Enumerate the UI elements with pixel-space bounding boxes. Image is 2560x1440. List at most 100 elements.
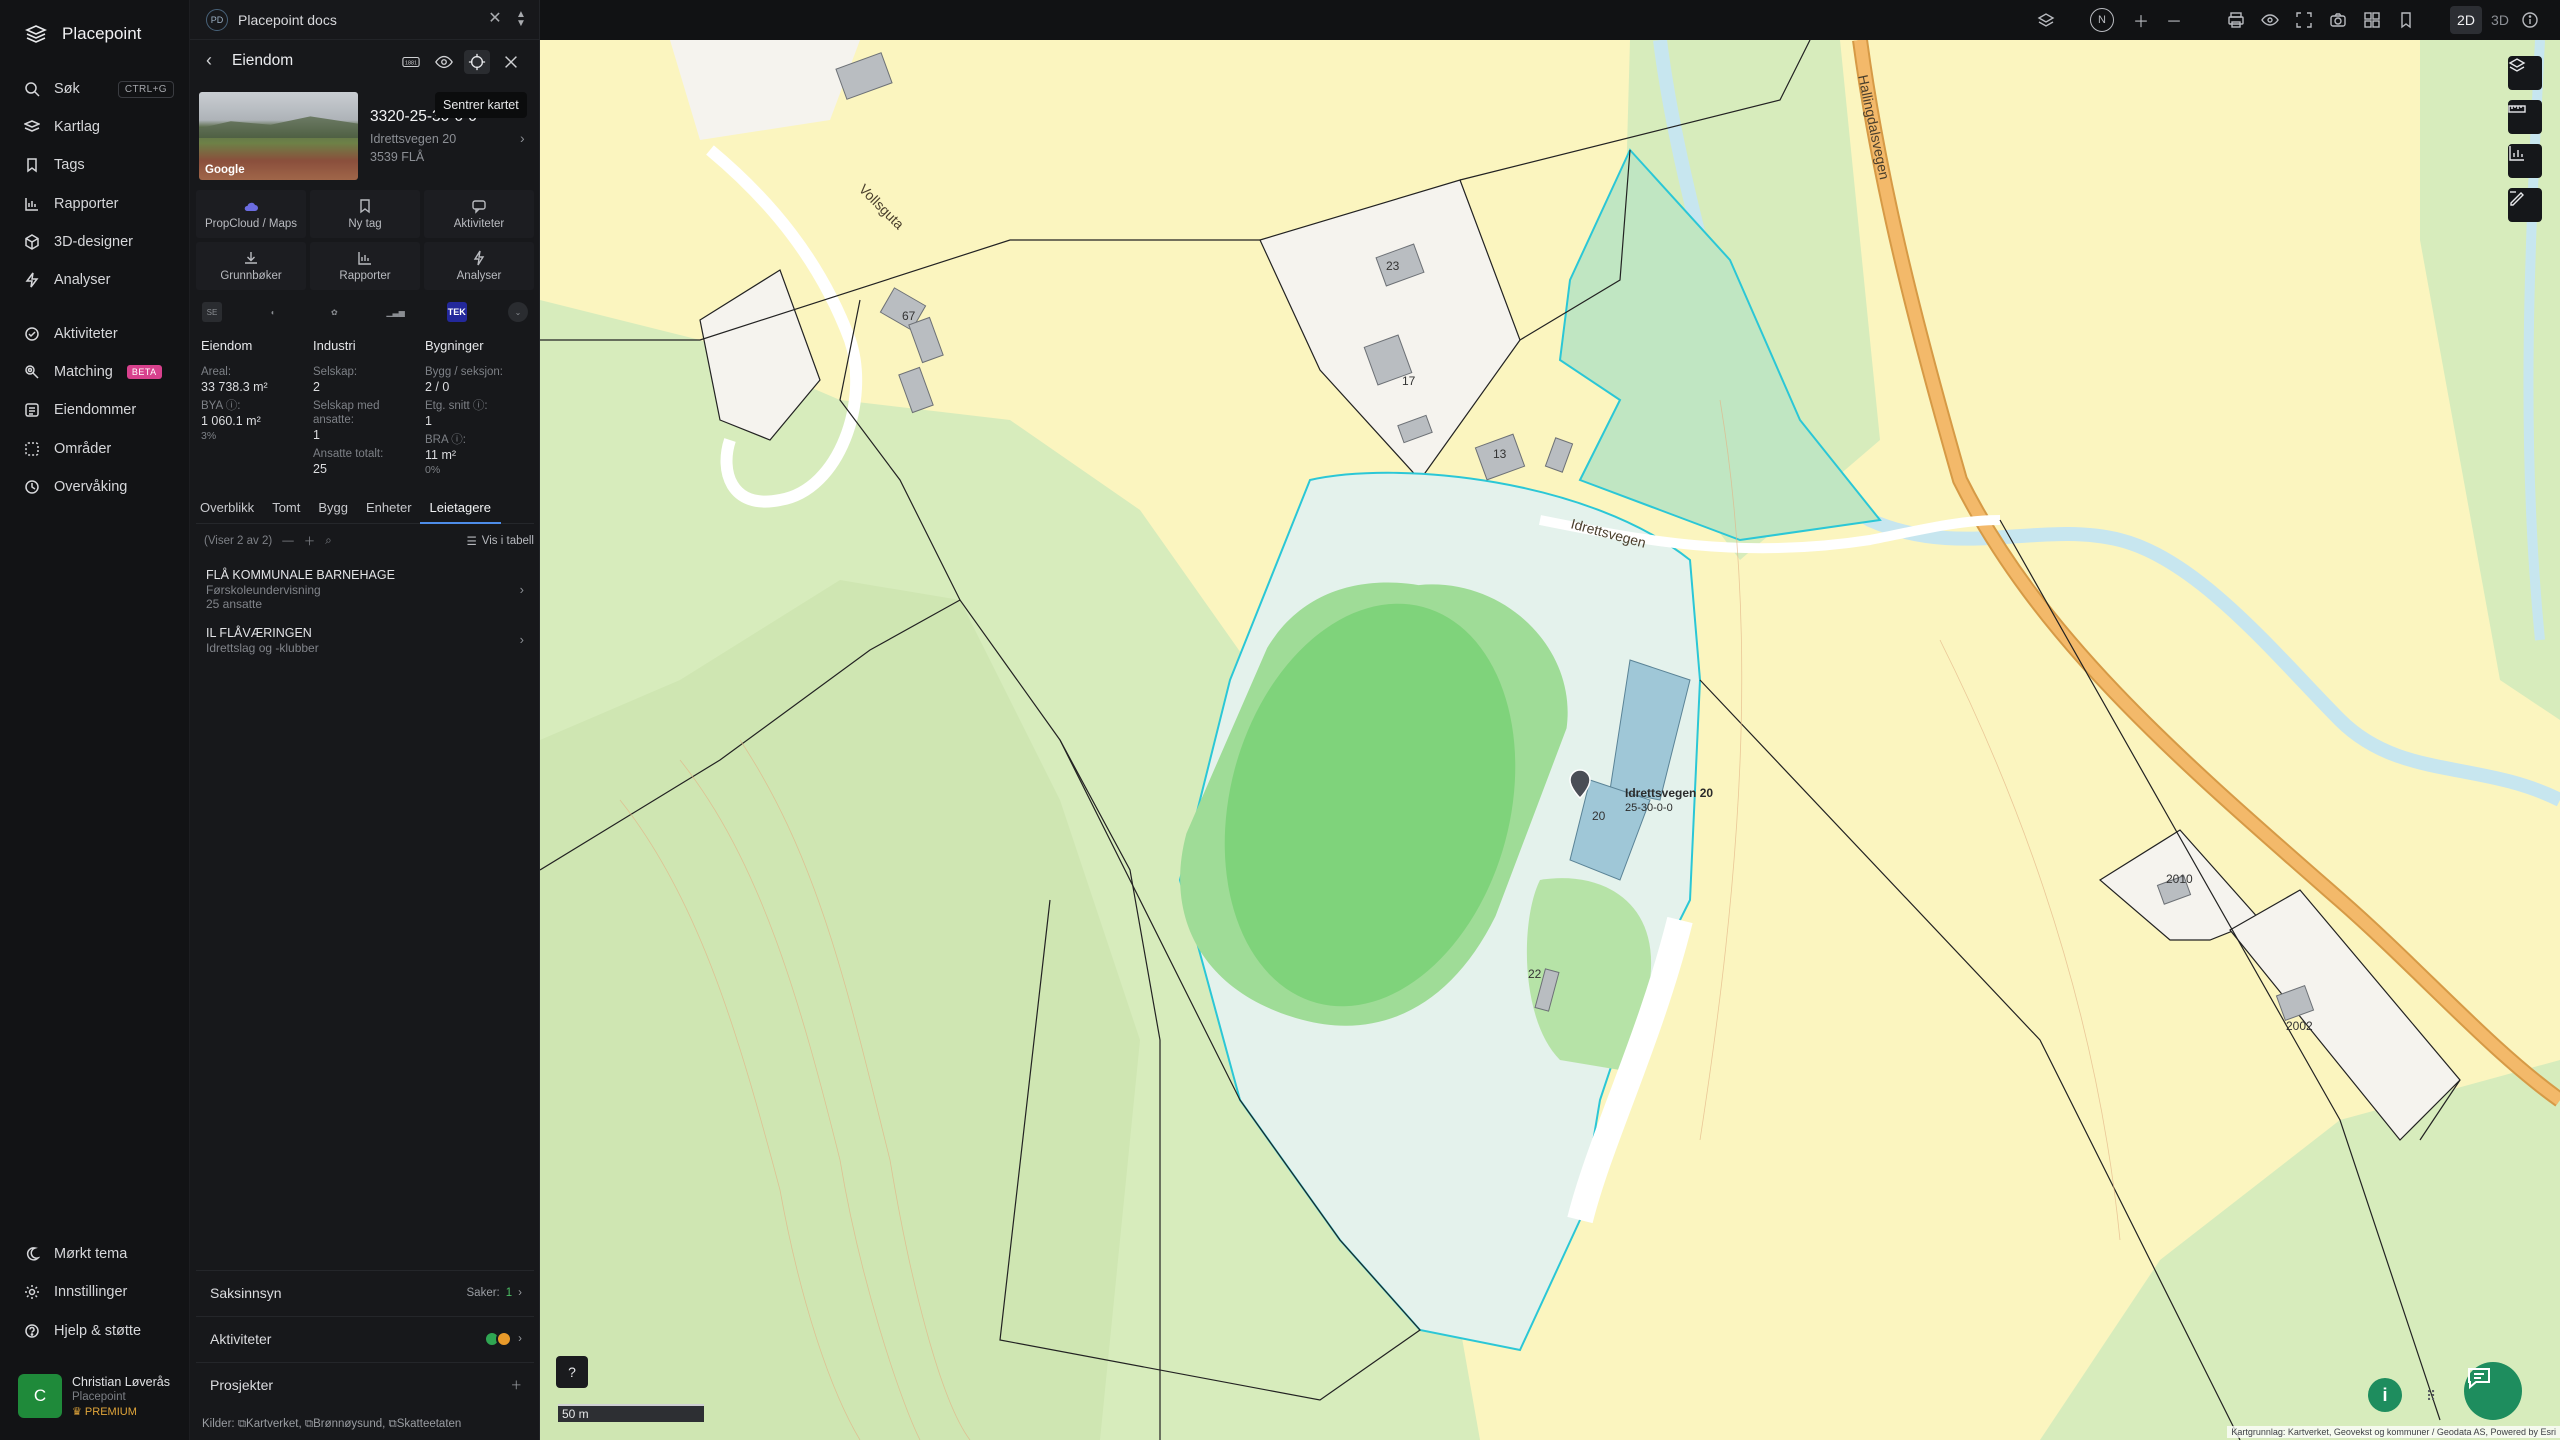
nav-item-3d-designer[interactable]: 3D-designer (24, 229, 174, 255)
bookmark-icon[interactable] (2396, 10, 2416, 30)
nav-label: Områder (54, 441, 112, 457)
zoom-in-icon[interactable]: ＋ (2131, 10, 2151, 31)
nav-item-settings[interactable]: Innstillinger (24, 1279, 174, 1305)
nav-item-properties[interactable]: Eiendommer (24, 397, 174, 423)
compass-icon[interactable]: N (2090, 8, 2114, 32)
plus-icon[interactable]: ＋ (304, 533, 316, 549)
camera-icon[interactable] (2328, 10, 2348, 30)
nav-label: Analyser (54, 272, 111, 288)
beta-badge: BETA (126, 365, 162, 379)
tab-overview[interactable]: Overblikk (200, 498, 254, 524)
nav-label: Eiendommer (54, 402, 137, 418)
activities-button[interactable]: Aktiviteter (424, 190, 534, 238)
section-meta: Saker: 1 › (467, 1287, 523, 1299)
source-item[interactable]: ⧉Kartverket, (238, 1418, 302, 1430)
map-canvas[interactable]: Hallingdalsvegen Idrettsvegen Vollsguta … (540, 40, 2560, 1440)
back-icon[interactable]: ‹ (206, 50, 212, 71)
brand[interactable]: Placepoint (24, 22, 141, 46)
nav-item-help[interactable]: Hjelp & støtte (24, 1318, 174, 1344)
source-item[interactable]: ⧉Brønnøysund, (305, 1418, 385, 1430)
fullscreen-icon[interactable] (2294, 10, 2314, 30)
zoom-out-icon[interactable]: － (2164, 10, 2184, 31)
source-plant-icon[interactable]: ✿ (324, 302, 344, 322)
layers-stack-icon[interactable] (2036, 10, 2056, 30)
tenant-item[interactable]: IL FLÅVÆRINGEN Idrettslag og -klubber › (206, 626, 528, 655)
stats-eiendom: Eiendom Areal: 33 738.3 m² BYA ⓘ: 1 060.… (201, 338, 313, 479)
measure-tool-icon[interactable] (2508, 100, 2542, 134)
add-icon[interactable]: ＋ (511, 1377, 523, 1393)
drag-handle-icon[interactable]: ⠿ (2426, 1388, 2436, 1405)
minus-icon[interactable]: — (282, 535, 294, 547)
source-tek-icon[interactable]: TEK (446, 302, 467, 322)
eye-icon[interactable] (2260, 10, 2280, 30)
message-icon (472, 200, 486, 214)
section-projects[interactable]: Prosjekter ＋ (196, 1362, 534, 1406)
chart-tool-icon[interactable] (2508, 144, 2542, 178)
stats-bygninger: Bygninger Bygg / seksjon: 2 / 0 Etg. sni… (425, 338, 531, 479)
section-case-insight[interactable]: Saksinnsyn Saker: 1 › (196, 1270, 534, 1314)
analyses-button[interactable]: Analyser (424, 242, 534, 290)
center-map-icon[interactable] (464, 50, 490, 74)
view-table-link[interactable]: ☰ Vis i tabell (466, 534, 534, 548)
propcloud-button[interactable]: PropCloud / Maps (196, 190, 306, 238)
nav-item-tags[interactable]: Tags (24, 152, 174, 178)
target-icon (25, 365, 39, 379)
section-label: Prosjekter (210, 1376, 274, 1393)
new-tag-button[interactable]: Ny tag (310, 190, 420, 238)
section-activities[interactable]: Aktiviteter › (196, 1316, 534, 1360)
sort-icon[interactable]: ▲ ▼ (514, 10, 528, 29)
user-profile[interactable]: C Christian Løverås Placepoint ♛ PREMIUM (18, 1374, 188, 1420)
property-address-block[interactable]: Idrettsvegen 20 3539 FLÅ (370, 130, 456, 166)
tenant-item[interactable]: FLÅ KOMMUNALE BARNEHAGE Førskoleundervis… (206, 568, 528, 611)
nav-item-reports[interactable]: Rapporter (24, 191, 174, 217)
source-name: Kartverket (246, 1418, 299, 1430)
nav-item-matching[interactable]: Matching BETA (24, 359, 174, 385)
mode-2d-button[interactable]: 2D (2450, 6, 2482, 34)
tab-units[interactable]: Enheter (366, 498, 412, 524)
print-icon[interactable] (2226, 10, 2246, 30)
tab-tenants[interactable]: Leietagere (419, 498, 501, 524)
nav-item-analyses[interactable]: Analyser (24, 267, 174, 293)
map-attribution[interactable]: Kartgrunnlag: Kartverket, Geovekst og ko… (2227, 1426, 2560, 1438)
source-bars-icon[interactable]: ▁▃▅ (386, 302, 406, 322)
info-icon[interactable]: i (2368, 1378, 2402, 1412)
nav-label: Matching (54, 364, 113, 380)
property-thumbnail[interactable]: Google (199, 92, 358, 180)
land-registry-button[interactable]: Grunnbøker (196, 242, 306, 290)
nav-item-activities[interactable]: Aktiviteter (24, 321, 174, 347)
nav-item-dark-theme[interactable]: Mørkt tema (24, 1241, 174, 1267)
map-layers-tool-icon[interactable] (2508, 56, 2542, 90)
badge-1881-icon[interactable]: 1881 (398, 50, 424, 74)
chevron-right-icon: › (518, 1286, 522, 1299)
source-globe-icon[interactable]: ◐ (263, 302, 283, 322)
eye-icon[interactable] (431, 50, 457, 74)
source-more-icon[interactable]: ⌄ (507, 302, 528, 322)
grid-icon[interactable] (2362, 10, 2382, 30)
source-se-icon[interactable]: SE (202, 302, 222, 322)
map-help-icon[interactable]: ? (556, 1356, 588, 1388)
tab-plot[interactable]: Tomt (272, 498, 300, 524)
nav-item-layers[interactable]: Kartlag (24, 114, 174, 140)
search-icon[interactable]: ⌕ (325, 535, 331, 548)
nav-item-areas[interactable]: Områder (24, 436, 174, 462)
cube-icon (25, 234, 39, 250)
nav-label: Aktiviteter (54, 326, 118, 342)
source-item[interactable]: ⧉Skatteetaten (389, 1418, 462, 1430)
close-tab-icon[interactable]: ✕ (486, 10, 504, 28)
section-meta: › (484, 1330, 522, 1347)
nav-item-search[interactable]: Søk CTRL+G (24, 76, 174, 102)
mode-3d-button[interactable]: 3D (2484, 6, 2516, 34)
tab-buildings[interactable]: Bygg (318, 498, 348, 524)
doc-tab[interactable]: PD Placepoint docs ✕ ▲ ▼ (190, 0, 540, 40)
close-panel-icon[interactable] (498, 50, 524, 74)
info-icon[interactable] (2520, 10, 2540, 30)
draw-tool-icon[interactable] (2508, 188, 2542, 222)
nav-item-monitoring[interactable]: Overvåking (24, 474, 174, 500)
reports-button[interactable]: Rapporter (310, 242, 420, 290)
chevron-right-icon[interactable]: › (520, 130, 525, 146)
map-graphics: Hallingdalsvegen Idrettsvegen Vollsguta … (540, 40, 2560, 1440)
chat-button[interactable] (2464, 1362, 2522, 1420)
road-label-vollsguta: Vollsguta (856, 181, 908, 233)
residential-plot (670, 40, 860, 140)
cases-count: 1 (505, 1286, 513, 1299)
